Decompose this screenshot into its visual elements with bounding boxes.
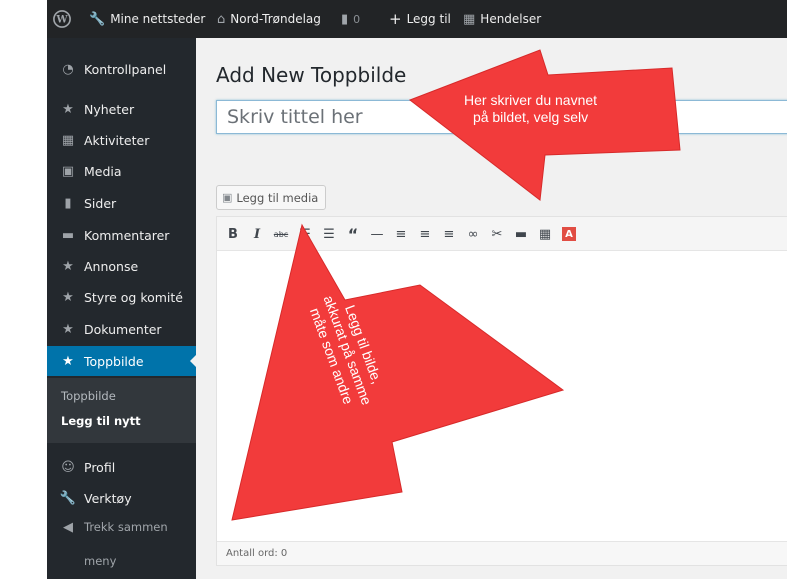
- my-sites-menu[interactable]: 🔧 Mine nettsteder: [89, 0, 205, 38]
- menu-item-media[interactable]: ▣ Media: [47, 156, 196, 186]
- align-left-icon[interactable]: ≡: [391, 224, 411, 244]
- menu-item-kommentarer[interactable]: ▬ Kommentarer: [47, 220, 196, 250]
- bullet-list-icon[interactable]: ☰: [295, 224, 315, 244]
- content-editor: B I abc ☰ ☰ “ — ≡ ≡ ≡ ∞ ✂ ▬ ▦ A Antall o…: [216, 216, 787, 566]
- collapse-menu-button[interactable]: ◀ Trekk sammen: [47, 516, 196, 538]
- calendar-icon: ▦: [61, 132, 75, 148]
- collapse-menu-label[interactable]: meny: [47, 550, 196, 572]
- events-menu[interactable]: ▦ Hendelser: [463, 0, 541, 38]
- italic-icon[interactable]: I: [247, 224, 267, 244]
- read-more-icon[interactable]: ▬: [511, 224, 531, 244]
- add-media-label: Legg til media: [236, 190, 319, 205]
- page-title: Add New Toppbilde: [216, 63, 407, 87]
- menu-item-nyheter[interactable]: ★ Nyheter: [47, 94, 196, 124]
- admin-bar: W 🔧 Mine nettsteder ⌂ Nord-Trøndelag ▮ 0…: [47, 0, 787, 38]
- calendar-icon: ▦: [463, 11, 476, 27]
- text-color-icon[interactable]: A: [562, 227, 576, 241]
- pin-icon: ★: [62, 258, 74, 274]
- home-icon: ⌂: [217, 11, 226, 27]
- comments-menu[interactable]: ▮ 0: [341, 0, 360, 38]
- pin-icon: ★: [62, 321, 74, 337]
- comment-icon: ▮: [341, 11, 349, 27]
- menu-item-verktoy[interactable]: 🔧 Verktøy: [47, 483, 196, 513]
- svg-text:W: W: [55, 15, 68, 26]
- align-right-icon[interactable]: ≡: [439, 224, 459, 244]
- site-name-label: Nord-Trøndelag: [230, 12, 321, 26]
- pin-icon: ★: [62, 289, 74, 305]
- events-label: Hendelser: [480, 12, 542, 26]
- menu-item-aktiviteter[interactable]: ▦ Aktiviteter: [47, 125, 196, 155]
- plus-icon: +: [389, 10, 402, 28]
- outer-left-margin: [0, 0, 47, 579]
- toolbar-toggle-icon[interactable]: ▦: [535, 224, 555, 244]
- menu-item-toppbilde[interactable]: ★ Toppbilde: [47, 346, 196, 376]
- user-icon: ☺: [61, 459, 75, 475]
- link-icon[interactable]: ∞: [463, 224, 483, 244]
- menu-item-annonse[interactable]: ★ Annonse: [47, 251, 196, 281]
- word-count: Antall ord: 0: [217, 541, 787, 565]
- editor-content-area[interactable]: [217, 251, 787, 541]
- menu-item-sider[interactable]: ▮ Sider: [47, 188, 196, 218]
- wrench-icon: 🔧: [59, 490, 77, 506]
- collapse-arrow-icon: ◀: [63, 519, 73, 535]
- submenu-item-legg-til-nytt[interactable]: Legg til nytt: [61, 414, 141, 428]
- submenu-item-toppbilde[interactable]: Toppbilde: [61, 389, 116, 403]
- pin-icon: ★: [62, 101, 74, 117]
- site-name-menu[interactable]: ⌂ Nord-Trøndelag: [217, 0, 321, 38]
- strikethrough-icon[interactable]: abc: [271, 224, 291, 244]
- media-icon: ▣: [61, 163, 75, 179]
- page-icon: ▮: [64, 195, 72, 211]
- comment-icon: ▬: [61, 227, 75, 243]
- media-icon: ▣: [222, 191, 233, 204]
- add-media-button[interactable]: ▣ Legg til media: [216, 185, 327, 210]
- wordpress-logo[interactable]: W: [53, 0, 71, 38]
- bold-icon[interactable]: B: [223, 224, 243, 244]
- menu-item-kontrollpanel[interactable]: ◔ Kontrollpanel: [47, 54, 196, 84]
- my-sites-label: Mine nettsteder: [110, 12, 206, 26]
- admin-sidebar: ◔ Kontrollpanel ★ Nyheter ▦ Aktiviteter …: [47, 38, 196, 579]
- blockquote-icon[interactable]: “: [343, 224, 363, 244]
- submenu-toppbilde: Toppbilde Legg til nytt: [47, 378, 196, 443]
- wrench-icon: 🔧: [89, 11, 106, 27]
- menu-item-dokumenter[interactable]: ★ Dokumenter: [47, 314, 196, 344]
- comments-count: 0: [353, 12, 361, 26]
- menu-item-profil[interactable]: ☺ Profil: [47, 452, 196, 482]
- add-new-label: Legg til: [406, 12, 451, 26]
- unlink-icon[interactable]: ✂: [487, 224, 507, 244]
- horizontal-line-icon[interactable]: —: [367, 224, 387, 244]
- dashboard-icon: ◔: [62, 61, 74, 77]
- align-center-icon[interactable]: ≡: [415, 224, 435, 244]
- add-new-menu[interactable]: + Legg til: [389, 0, 451, 38]
- numbered-list-icon[interactable]: ☰: [319, 224, 339, 244]
- menu-item-styre-og-komite[interactable]: ★ Styre og komité: [47, 282, 196, 312]
- editor-toolbar: B I abc ☰ ☰ “ — ≡ ≡ ≡ ∞ ✂ ▬ ▦ A: [217, 217, 787, 251]
- pin-icon: ★: [62, 353, 74, 369]
- wordpress-icon: W: [53, 10, 71, 28]
- annotation-text-top: Her skriver du navnet på bildet, velg se…: [464, 92, 598, 125]
